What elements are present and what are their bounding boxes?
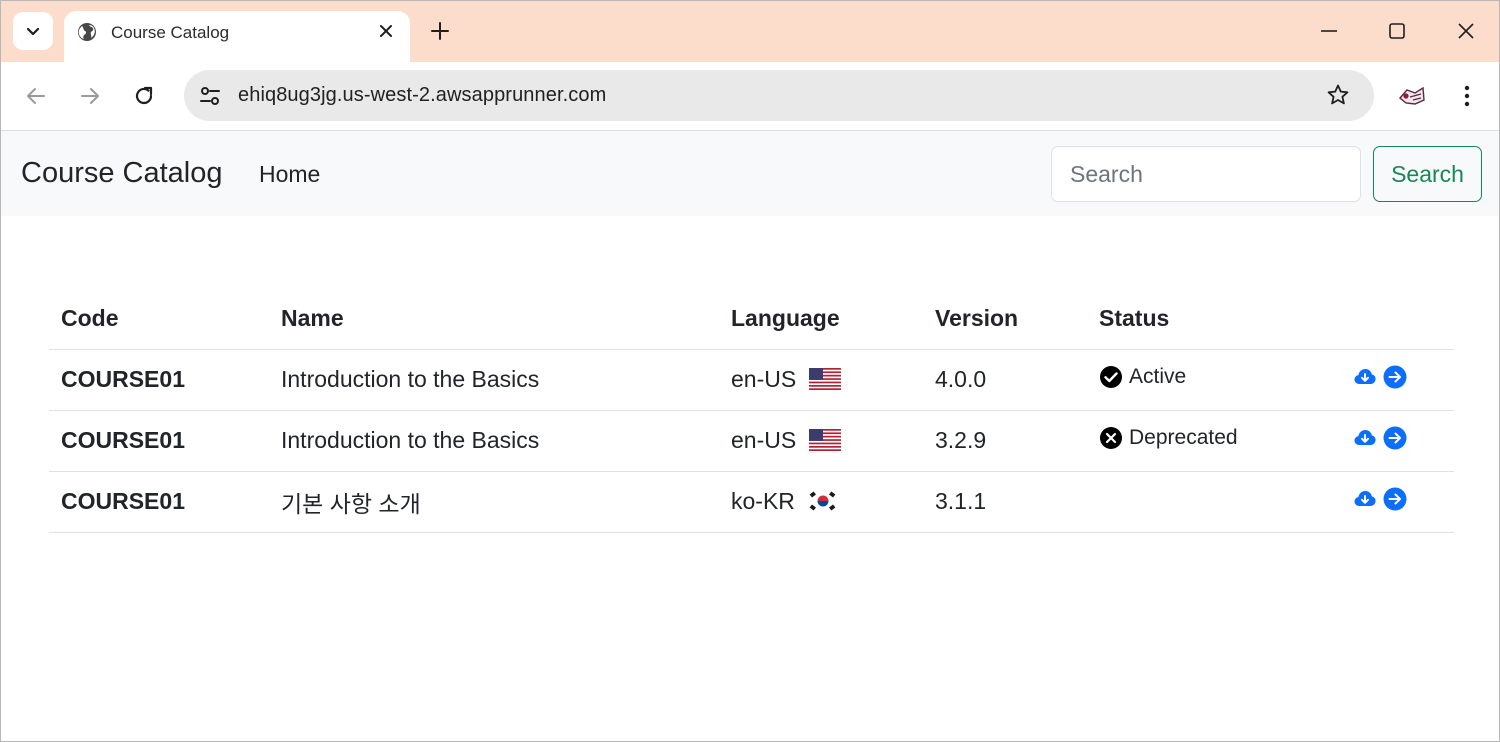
courses-table: Code Name Language Version Status COURSE…: [49, 289, 1454, 533]
address-bar[interactable]: ehiq8ug3jg.us-west-2.awsapprunner.com: [184, 70, 1374, 121]
globe-icon: [78, 23, 96, 41]
tab-search-button[interactable]: [13, 12, 53, 50]
kr-flag-icon: [807, 490, 840, 512]
site-settings-icon[interactable]: [198, 84, 222, 108]
language-code: en-US: [731, 366, 797, 392]
top-navbar: Course Catalog Home Search: [1, 131, 1499, 216]
status-text: Deprecated: [1129, 425, 1238, 449]
status-badge: Active: [1099, 365, 1186, 389]
course-version: 3.2.9: [923, 410, 1087, 472]
row-actions: [1333, 471, 1454, 533]
search-input[interactable]: [1051, 146, 1361, 202]
browser-window: Course Catalog ehiq8ug3jg.us-west-2.awsa…: [0, 0, 1500, 742]
navbar-brand[interactable]: Course Catalog: [21, 157, 223, 190]
header-version: Version: [923, 289, 1087, 350]
bookmark-star-icon[interactable]: [1326, 83, 1350, 107]
course-version: 3.1.1: [923, 471, 1087, 533]
cloud-download-icon[interactable]: [1353, 426, 1377, 450]
more-vertical-icon[interactable]: [1457, 84, 1477, 108]
course-name: 기본 사항 소개: [269, 471, 719, 533]
search-button[interactable]: Search: [1373, 146, 1482, 202]
course-name: Introduction to the Basics: [269, 349, 719, 411]
browser-toolbar: ehiq8ug3jg.us-west-2.awsapprunner.com: [1, 62, 1499, 131]
header-name: Name: [269, 289, 719, 350]
back-arrow-icon[interactable]: [24, 84, 48, 108]
tab-title: Course Catalog: [111, 23, 230, 42]
course-status: Deprecated: [1087, 410, 1333, 472]
url-text[interactable]: ehiq8ug3jg.us-west-2.awsapprunner.com: [238, 84, 606, 107]
maximize-icon[interactable]: [1387, 21, 1407, 41]
course-language: ko-KR: [719, 471, 923, 533]
arrow-right-circle-icon[interactable]: [1383, 426, 1407, 450]
arrow-right-circle-icon[interactable]: [1383, 365, 1407, 389]
course-code: COURSE01: [49, 471, 269, 533]
arrow-right-circle-icon[interactable]: [1383, 487, 1407, 511]
window-close-icon[interactable]: [1456, 21, 1476, 41]
web-page: Course Catalog Home Search Code Name Lan…: [1, 131, 1499, 741]
course-language: en-US: [719, 349, 923, 411]
course-status: Active: [1087, 349, 1333, 411]
reload-icon[interactable]: [132, 84, 156, 108]
status-badge: Deprecated: [1099, 426, 1238, 450]
header-actions: [1333, 289, 1454, 350]
us-flag-icon: [808, 429, 841, 451]
check-circle-icon: [1100, 365, 1122, 388]
course-status: [1087, 471, 1333, 533]
header-code: Code: [49, 289, 269, 350]
extension-icon[interactable]: [1397, 84, 1427, 108]
nav-link-home[interactable]: Home: [259, 161, 320, 188]
row-actions: [1333, 410, 1454, 472]
table-row: COURSE01 기본 사항 소개 ko-KR 3.1.1: [49, 471, 1454, 533]
table-row: COURSE01 Introduction to the Basics en-U…: [49, 410, 1454, 472]
cloud-download-icon[interactable]: [1353, 487, 1377, 511]
table-header-row: Code Name Language Version Status: [49, 289, 1454, 350]
minimize-icon[interactable]: [1319, 21, 1339, 41]
table-row: COURSE01 Introduction to the Basics en-U…: [49, 349, 1454, 411]
cloud-download-icon[interactable]: [1353, 365, 1377, 389]
close-icon[interactable]: [378, 23, 394, 39]
course-language: en-US: [719, 410, 923, 472]
forward-arrow-icon[interactable]: [78, 84, 102, 108]
course-code: COURSE01: [49, 410, 269, 472]
header-language: Language: [719, 289, 923, 350]
course-name: Introduction to the Basics: [269, 410, 719, 472]
language-code: en-US: [731, 427, 797, 453]
tab-course-catalog[interactable]: Course Catalog: [64, 11, 410, 62]
course-version: 4.0.0: [923, 349, 1087, 411]
plus-icon[interactable]: [430, 21, 450, 41]
course-code: COURSE01: [49, 349, 269, 411]
tab-strip: Course Catalog: [1, 1, 1499, 62]
us-flag-icon: [808, 368, 841, 390]
header-status: Status: [1087, 289, 1333, 350]
row-actions: [1333, 349, 1454, 411]
x-circle-icon: [1100, 426, 1122, 449]
status-text: Active: [1129, 364, 1187, 388]
chevron-down-icon: [26, 27, 40, 36]
language-code: ko-KR: [731, 488, 795, 514]
